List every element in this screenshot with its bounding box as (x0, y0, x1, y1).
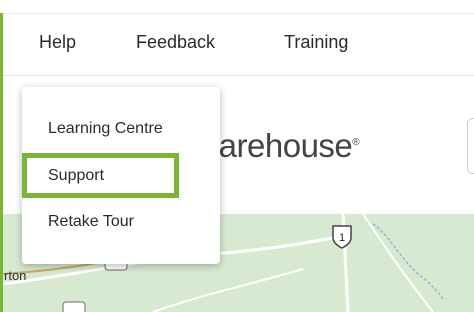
nav-feedback[interactable]: Feedback (136, 32, 215, 53)
map-place-label: rton (4, 268, 26, 283)
nav-training[interactable]: Training (284, 32, 348, 53)
brand-logo-text: /arehouse (210, 127, 353, 164)
help-dropdown-menu: Learning Centre Support Retake Tour (22, 87, 220, 264)
trademark-symbol: ® (352, 137, 360, 148)
accent-left-border (0, 13, 3, 312)
search-box[interactable] (467, 118, 474, 174)
top-strip (0, 0, 474, 13)
map-road-badge (62, 301, 86, 312)
support-highlight-box (22, 153, 179, 198)
menu-item-retake-tour[interactable]: Retake Tour (48, 213, 134, 231)
menu-item-learning-centre[interactable]: Learning Centre (48, 120, 163, 138)
top-navigation: Help Feedback Training (3, 13, 474, 76)
route-shield-icon: 1 (332, 225, 352, 249)
route-number: 1 (339, 232, 345, 244)
brand-logo: /arehouse® (210, 127, 360, 165)
nav-help[interactable]: Help (39, 32, 76, 53)
app-window: Help Feedback Training /arehouse® 1 rton… (0, 0, 474, 312)
